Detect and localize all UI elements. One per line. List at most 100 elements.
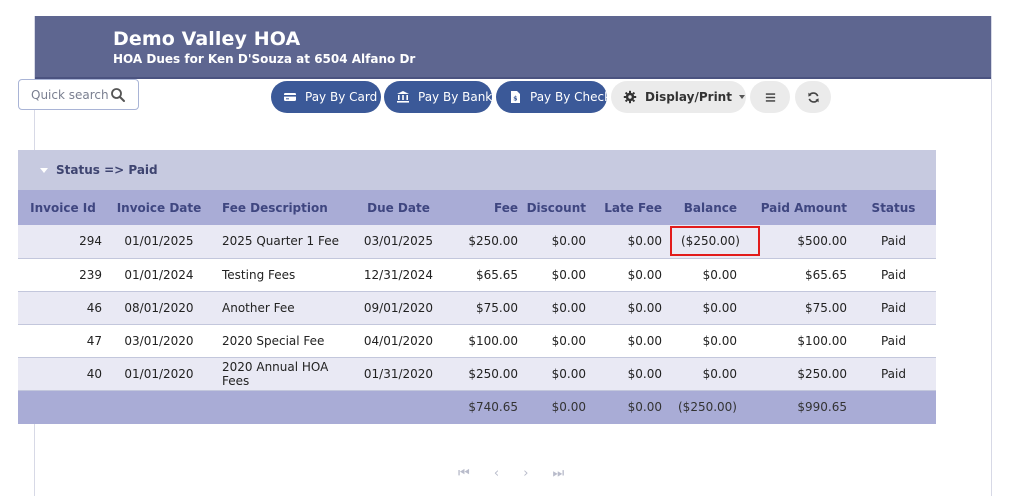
cell-late-fee: $0.00	[590, 225, 666, 259]
col-header-status[interactable]: Status	[851, 190, 936, 225]
cell-due-date: 09/01/2020	[351, 291, 446, 325]
cell-paid-amount: $75.00	[741, 291, 851, 325]
cell-fee-description: Another Fee	[210, 291, 351, 325]
cell-status: Paid	[851, 291, 936, 325]
cell-due-date: 03/01/2025	[351, 225, 446, 259]
cell-fee-description: 2025 Quarter 1 Fee	[210, 225, 351, 259]
col-header-discount[interactable]: Discount	[522, 190, 590, 225]
highlighted-balance: ($250.00)	[670, 226, 760, 257]
page-subtitle: HOA Dues for Ken D'Souza at 6504 Alfano …	[113, 52, 416, 66]
cell-late-fee: $0.00	[590, 324, 666, 358]
cell-invoice-id: 40	[18, 357, 108, 391]
cell-status: Paid	[851, 225, 936, 259]
cell-invoice-id: 239	[18, 258, 108, 292]
col-header-late-fee[interactable]: Late Fee	[590, 190, 666, 225]
table-row[interactable]: 47 03/01/2020 2020 Special Fee 04/01/202…	[18, 324, 936, 358]
totals-row: $740.65 $0.00 $0.00 ($250.00) $990.65	[18, 390, 936, 424]
first-page-icon[interactable]: ⏮	[458, 466, 470, 481]
col-header-due-date[interactable]: Due Date	[351, 190, 446, 225]
total-blank	[351, 390, 446, 424]
cell-fee: $65.65	[446, 258, 522, 292]
table-row[interactable]: 40 01/01/2020 2020 Annual HOA Fees 01/31…	[18, 357, 936, 391]
total-blank	[108, 390, 210, 424]
cell-due-date: 04/01/2020	[351, 324, 446, 358]
cell-fee-description: 2020 Special Fee	[210, 324, 351, 358]
col-header-fee-description[interactable]: Fee Description	[210, 190, 351, 225]
pagination: ⏮ ‹ › ⏭	[458, 466, 584, 481]
total-balance: ($250.00)	[666, 390, 741, 424]
cell-fee-description: 2020 Annual HOA Fees	[210, 357, 351, 391]
display-print-dropdown[interactable]: Display/Print	[611, 81, 746, 113]
chevron-down-icon	[738, 95, 745, 99]
refresh-button[interactable]	[795, 81, 831, 113]
total-blank	[851, 390, 936, 424]
collapse-triangle-icon[interactable]	[40, 168, 48, 173]
cell-balance: $0.00	[666, 324, 741, 358]
quick-search-input[interactable]: Quick search	[18, 79, 139, 110]
cell-invoice-date: 01/01/2020	[108, 357, 210, 391]
total-paid-amount: $990.65	[741, 390, 851, 424]
cell-paid-amount: $65.65	[741, 258, 851, 292]
page-title: Demo Valley HOA	[113, 28, 301, 50]
invoice-table: Invoice Id Invoice Date Fee Description …	[18, 190, 936, 424]
page-header: Demo Valley HOA HOA Dues for Ken D'Souza…	[35, 16, 991, 79]
cell-balance: $0.00	[666, 357, 741, 391]
cell-balance: ($250.00)	[666, 225, 760, 259]
total-blank	[210, 390, 351, 424]
cell-invoice-date: 08/01/2020	[108, 291, 210, 325]
col-header-invoice-date[interactable]: Invoice Date	[108, 190, 210, 225]
col-header-invoice-id[interactable]: Invoice Id	[18, 190, 108, 225]
cell-invoice-id: 294	[18, 225, 108, 259]
col-header-paid-amount[interactable]: Paid Amount	[741, 190, 851, 225]
cell-fee: $100.00	[446, 324, 522, 358]
last-page-icon[interactable]: ⏭	[553, 466, 565, 481]
credit-card-icon	[283, 90, 297, 104]
cell-discount: $0.00	[522, 225, 590, 259]
cell-due-date: 01/31/2020	[351, 357, 446, 391]
cell-balance: $0.00	[666, 258, 741, 292]
pay-by-check-button[interactable]: $ Pay By Check	[496, 81, 611, 113]
col-header-balance[interactable]: Balance	[666, 190, 741, 225]
col-header-fee[interactable]: Fee	[446, 190, 522, 225]
table-row[interactable]: 46 08/01/2020 Another Fee 09/01/2020 $75…	[18, 291, 936, 325]
pay-by-card-label: Pay By Card	[305, 90, 378, 104]
next-page-icon[interactable]: ›	[523, 466, 528, 481]
total-blank	[18, 390, 108, 424]
cell-invoice-date: 01/01/2025	[108, 225, 210, 259]
cell-invoice-id: 46	[18, 291, 108, 325]
cell-status: Paid	[851, 324, 936, 358]
search-icon[interactable]	[110, 87, 126, 103]
pay-by-bank-button[interactable]: Pay By Bank	[384, 81, 492, 113]
total-late-fee: $0.00	[590, 390, 666, 424]
cell-due-date: 12/31/2024	[351, 258, 446, 292]
cell-status: Paid	[851, 258, 936, 292]
group-label: Status => Paid	[56, 163, 158, 177]
cell-fee: $250.00	[446, 225, 522, 259]
display-print-label: Display/Print	[645, 90, 732, 104]
table-row[interactable]: 239 01/01/2024 Testing Fees 12/31/2024 $…	[18, 258, 936, 292]
cell-invoice-date: 03/01/2020	[108, 324, 210, 358]
refresh-icon	[807, 91, 819, 103]
search-placeholder: Quick search	[31, 88, 109, 102]
total-fee: $740.65	[446, 390, 522, 424]
prev-page-icon[interactable]: ‹	[494, 466, 499, 481]
cell-discount: $0.00	[522, 291, 590, 325]
cell-balance: $0.00	[666, 291, 741, 325]
cell-late-fee: $0.00	[590, 291, 666, 325]
cell-invoice-date: 01/01/2024	[108, 258, 210, 292]
menu-button[interactable]	[750, 81, 790, 113]
cell-discount: $0.00	[522, 324, 590, 358]
cell-late-fee: $0.00	[590, 357, 666, 391]
bank-icon	[396, 90, 410, 104]
cell-paid-amount: $250.00	[741, 357, 851, 391]
pay-by-card-button[interactable]: Pay By Card	[271, 81, 381, 113]
group-header-row[interactable]: Status => Paid	[18, 150, 936, 190]
gear-icon	[623, 90, 637, 104]
pay-by-bank-label: Pay By Bank	[418, 90, 493, 104]
cell-discount: $0.00	[522, 258, 590, 292]
table-row[interactable]: 294 01/01/2025 2025 Quarter 1 Fee 03/01/…	[18, 225, 936, 259]
cell-fee: $75.00	[446, 291, 522, 325]
pay-by-check-label: Pay By Check	[530, 90, 612, 104]
list-icon	[765, 92, 775, 102]
svg-text:$: $	[513, 96, 517, 103]
